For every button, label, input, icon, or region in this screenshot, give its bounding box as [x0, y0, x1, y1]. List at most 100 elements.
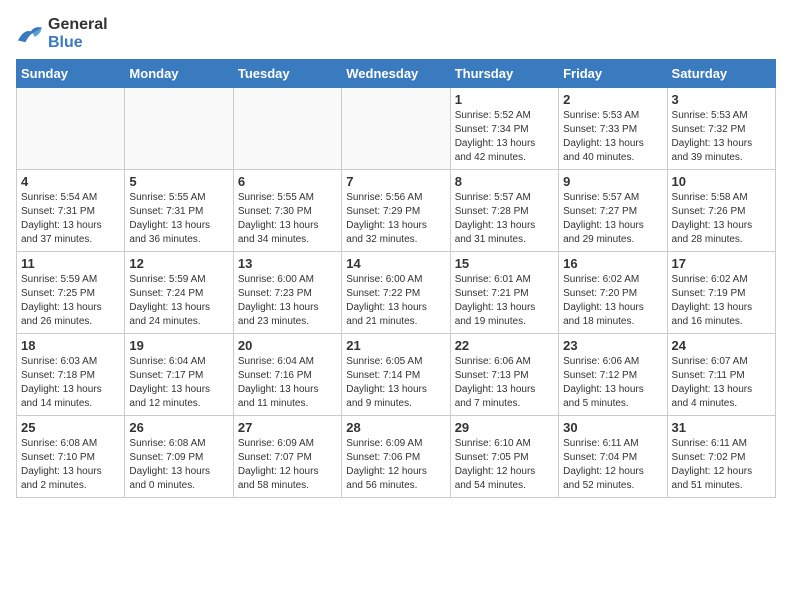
weekday-header-friday: Friday: [559, 60, 667, 88]
day-number: 19: [129, 338, 228, 353]
day-number: 4: [21, 174, 120, 189]
calendar-cell: [233, 88, 341, 170]
logo: General Blue: [16, 16, 108, 51]
calendar-cell: 21 Sunrise: 6:05 AM Sunset: 7:14 PM Dayli…: [342, 334, 450, 416]
day-number: 18: [21, 338, 120, 353]
day-info: Sunrise: 6:11 AM Sunset: 7:02 PM Dayligh…: [672, 437, 771, 493]
day-info: Sunrise: 6:02 AM Sunset: 7:20 PM Dayligh…: [563, 273, 662, 329]
day-info: Sunrise: 5:54 AM Sunset: 7:31 PM Dayligh…: [21, 191, 120, 247]
day-number: 10: [672, 174, 771, 189]
calendar-cell: 18 Sunrise: 6:03 AM Sunset: 7:18 PM Dayli…: [17, 334, 125, 416]
day-info: Sunrise: 5:55 AM Sunset: 7:31 PM Dayligh…: [129, 191, 228, 247]
day-number: 8: [455, 174, 554, 189]
calendar-cell: 7 Sunrise: 5:56 AM Sunset: 7:29 PM Daylig…: [342, 170, 450, 252]
calendar-cell: 16 Sunrise: 6:02 AM Sunset: 7:20 PM Dayli…: [559, 252, 667, 334]
day-info: Sunrise: 6:09 AM Sunset: 7:07 PM Dayligh…: [238, 437, 337, 493]
calendar-cell: 24 Sunrise: 6:07 AM Sunset: 7:11 PM Dayli…: [667, 334, 775, 416]
day-number: 27: [238, 420, 337, 435]
calendar-cell: 8Sunrise: 5:57 AM Sunset: 7:28 PM Daylig…: [450, 170, 558, 252]
day-info: Sunrise: 6:08 AM Sunset: 7:10 PM Dayligh…: [21, 437, 120, 493]
day-info: Sunrise: 5:55 AM Sunset: 7:30 PM Dayligh…: [238, 191, 337, 247]
day-number: 11: [21, 256, 120, 271]
calendar-header-row: SundayMondayTuesdayWednesdayThursdayFrid…: [17, 60, 776, 88]
day-number: 1: [455, 92, 554, 107]
calendar-cell: 9Sunrise: 5:57 AM Sunset: 7:27 PM Daylig…: [559, 170, 667, 252]
weekday-header-tuesday: Tuesday: [233, 60, 341, 88]
day-number: 13: [238, 256, 337, 271]
weekday-header-sunday: Sunday: [17, 60, 125, 88]
day-info: Sunrise: 5:58 AM Sunset: 7:26 PM Dayligh…: [672, 191, 771, 247]
day-number: 28: [346, 420, 445, 435]
day-number: 15: [455, 256, 554, 271]
calendar-cell: 4 Sunrise: 5:54 AM Sunset: 7:31 PM Daylig…: [17, 170, 125, 252]
calendar-cell: 17 Sunrise: 6:02 AM Sunset: 7:19 PM Dayli…: [667, 252, 775, 334]
day-number: 24: [672, 338, 771, 353]
day-info: Sunrise: 6:04 AM Sunset: 7:16 PM Dayligh…: [238, 355, 337, 411]
calendar-cell: 28 Sunrise: 6:09 AM Sunset: 7:06 PM Dayli…: [342, 416, 450, 498]
calendar-cell: 23Sunrise: 6:06 AM Sunset: 7:12 PM Dayli…: [559, 334, 667, 416]
calendar-cell: 26 Sunrise: 6:08 AM Sunset: 7:09 PM Dayli…: [125, 416, 233, 498]
day-number: 22: [455, 338, 554, 353]
weekday-header-wednesday: Wednesday: [342, 60, 450, 88]
calendar-cell: 3Sunrise: 5:53 AM Sunset: 7:32 PM Daylig…: [667, 88, 775, 170]
day-number: 14: [346, 256, 445, 271]
day-info: Sunrise: 5:52 AM Sunset: 7:34 PM Dayligh…: [455, 109, 554, 165]
calendar-cell: 10 Sunrise: 5:58 AM Sunset: 7:26 PM Dayli…: [667, 170, 775, 252]
logo-bird-icon: [16, 22, 44, 46]
day-number: 29: [455, 420, 554, 435]
calendar-week-row: 1 Sunrise: 5:52 AM Sunset: 7:34 PM Daylig…: [17, 88, 776, 170]
day-number: 30: [563, 420, 662, 435]
calendar-cell: [125, 88, 233, 170]
day-info: Sunrise: 6:09 AM Sunset: 7:06 PM Dayligh…: [346, 437, 445, 493]
calendar-cell: 31 Sunrise: 6:11 AM Sunset: 7:02 PM Dayli…: [667, 416, 775, 498]
day-info: Sunrise: 6:00 AM Sunset: 7:22 PM Dayligh…: [346, 273, 445, 329]
weekday-header-monday: Monday: [125, 60, 233, 88]
day-info: Sunrise: 6:10 AM Sunset: 7:05 PM Dayligh…: [455, 437, 554, 493]
calendar-cell: 30 Sunrise: 6:11 AM Sunset: 7:04 PM Dayli…: [559, 416, 667, 498]
logo-line2: Blue: [48, 34, 108, 52]
calendar-table: SundayMondayTuesdayWednesdayThursdayFrid…: [16, 59, 776, 498]
day-info: Sunrise: 6:01 AM Sunset: 7:21 PM Dayligh…: [455, 273, 554, 329]
calendar-cell: 13 Sunrise: 6:00 AM Sunset: 7:23 PM Dayli…: [233, 252, 341, 334]
calendar-cell: 29 Sunrise: 6:10 AM Sunset: 7:05 PM Dayli…: [450, 416, 558, 498]
page-header: General Blue: [16, 16, 776, 51]
day-info: Sunrise: 6:11 AM Sunset: 7:04 PM Dayligh…: [563, 437, 662, 493]
day-number: 21: [346, 338, 445, 353]
day-info: Sunrise: 6:05 AM Sunset: 7:14 PM Dayligh…: [346, 355, 445, 411]
day-info: Sunrise: 6:03 AM Sunset: 7:18 PM Dayligh…: [21, 355, 120, 411]
day-info: Sunrise: 5:53 AM Sunset: 7:33 PM Dayligh…: [563, 109, 662, 165]
calendar-cell: 11Sunrise: 5:59 AM Sunset: 7:25 PM Dayli…: [17, 252, 125, 334]
day-info: Sunrise: 6:08 AM Sunset: 7:09 PM Dayligh…: [129, 437, 228, 493]
day-number: 26: [129, 420, 228, 435]
day-number: 6: [238, 174, 337, 189]
calendar-cell: 22Sunrise: 6:06 AM Sunset: 7:13 PM Dayli…: [450, 334, 558, 416]
calendar-cell: [17, 88, 125, 170]
day-number: 5: [129, 174, 228, 189]
day-number: 2: [563, 92, 662, 107]
day-number: 20: [238, 338, 337, 353]
calendar-cell: 14 Sunrise: 6:00 AM Sunset: 7:22 PM Dayli…: [342, 252, 450, 334]
day-number: 12: [129, 256, 228, 271]
calendar-week-row: 25 Sunrise: 6:08 AM Sunset: 7:10 PM Dayli…: [17, 416, 776, 498]
day-number: 25: [21, 420, 120, 435]
day-number: 7: [346, 174, 445, 189]
calendar-cell: 1 Sunrise: 5:52 AM Sunset: 7:34 PM Daylig…: [450, 88, 558, 170]
calendar-cell: 6 Sunrise: 5:55 AM Sunset: 7:30 PM Daylig…: [233, 170, 341, 252]
calendar-cell: 2 Sunrise: 5:53 AM Sunset: 7:33 PM Daylig…: [559, 88, 667, 170]
day-number: 9: [563, 174, 662, 189]
day-number: 31: [672, 420, 771, 435]
day-info: Sunrise: 6:06 AM Sunset: 7:12 PM Dayligh…: [563, 355, 662, 411]
day-info: Sunrise: 6:04 AM Sunset: 7:17 PM Dayligh…: [129, 355, 228, 411]
day-info: Sunrise: 5:56 AM Sunset: 7:29 PM Dayligh…: [346, 191, 445, 247]
day-info: Sunrise: 5:59 AM Sunset: 7:24 PM Dayligh…: [129, 273, 228, 329]
day-info: Sunrise: 6:07 AM Sunset: 7:11 PM Dayligh…: [672, 355, 771, 411]
calendar-cell: 25 Sunrise: 6:08 AM Sunset: 7:10 PM Dayli…: [17, 416, 125, 498]
logo-line1: General: [48, 16, 108, 34]
day-info: Sunrise: 6:00 AM Sunset: 7:23 PM Dayligh…: [238, 273, 337, 329]
weekday-header-thursday: Thursday: [450, 60, 558, 88]
calendar-cell: 12 Sunrise: 5:59 AM Sunset: 7:24 PM Dayli…: [125, 252, 233, 334]
day-number: 16: [563, 256, 662, 271]
day-number: 17: [672, 256, 771, 271]
day-info: Sunrise: 6:02 AM Sunset: 7:19 PM Dayligh…: [672, 273, 771, 329]
day-info: Sunrise: 5:53 AM Sunset: 7:32 PM Dayligh…: [672, 109, 771, 165]
